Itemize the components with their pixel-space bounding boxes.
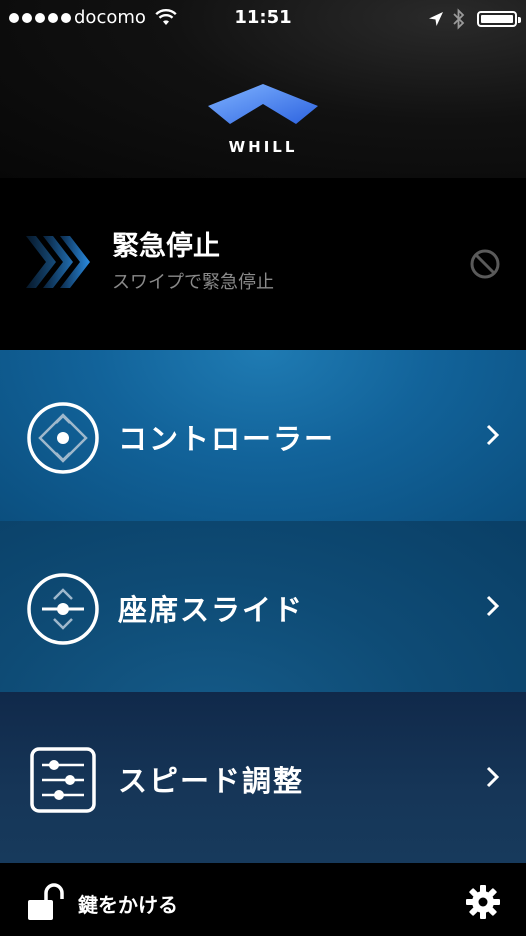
- emergency-stop-subtitle: スワイプで緊急停止: [112, 272, 274, 293]
- menu-label-controller: コントローラー: [118, 422, 336, 456]
- whill-logo: [208, 84, 318, 124]
- battery-icon: [477, 11, 521, 27]
- gear-icon[interactable]: [465, 884, 501, 920]
- seat-slide-icon: [27, 573, 99, 645]
- status-time: 11:51: [234, 7, 292, 28]
- emergency-stop-title: 緊急停止: [112, 231, 220, 262]
- bluetooth-icon: [453, 8, 465, 30]
- controller-icon: [27, 402, 99, 474]
- swipe-chevrons-icon[interactable]: [26, 236, 92, 288]
- brand-name: WHILL: [228, 138, 298, 156]
- menu-label-seat-slide: 座席スライド: [118, 593, 305, 627]
- unlocked-padlock-icon[interactable]: [24, 882, 66, 922]
- chevron-right-icon: [486, 424, 500, 446]
- menu-item-controller[interactable]: コントローラー: [0, 350, 526, 521]
- menu-label-speed-adjust: スピード調整: [118, 764, 305, 798]
- app-header: docomo 11:51 WHILL: [0, 0, 526, 179]
- chevron-right-icon: [486, 595, 500, 617]
- status-bar: docomo 11:51: [0, 0, 526, 40]
- prohibited-icon: [470, 249, 500, 279]
- location-arrow-icon: [429, 12, 443, 26]
- lock-button-label[interactable]: 鍵をかける: [78, 889, 178, 918]
- menu-item-seat-slide[interactable]: 座席スライド: [0, 521, 526, 692]
- chevron-right-icon: [486, 766, 500, 788]
- speed-adjust-icon: [30, 747, 96, 813]
- menu-item-speed-adjust[interactable]: スピード調整: [0, 692, 526, 863]
